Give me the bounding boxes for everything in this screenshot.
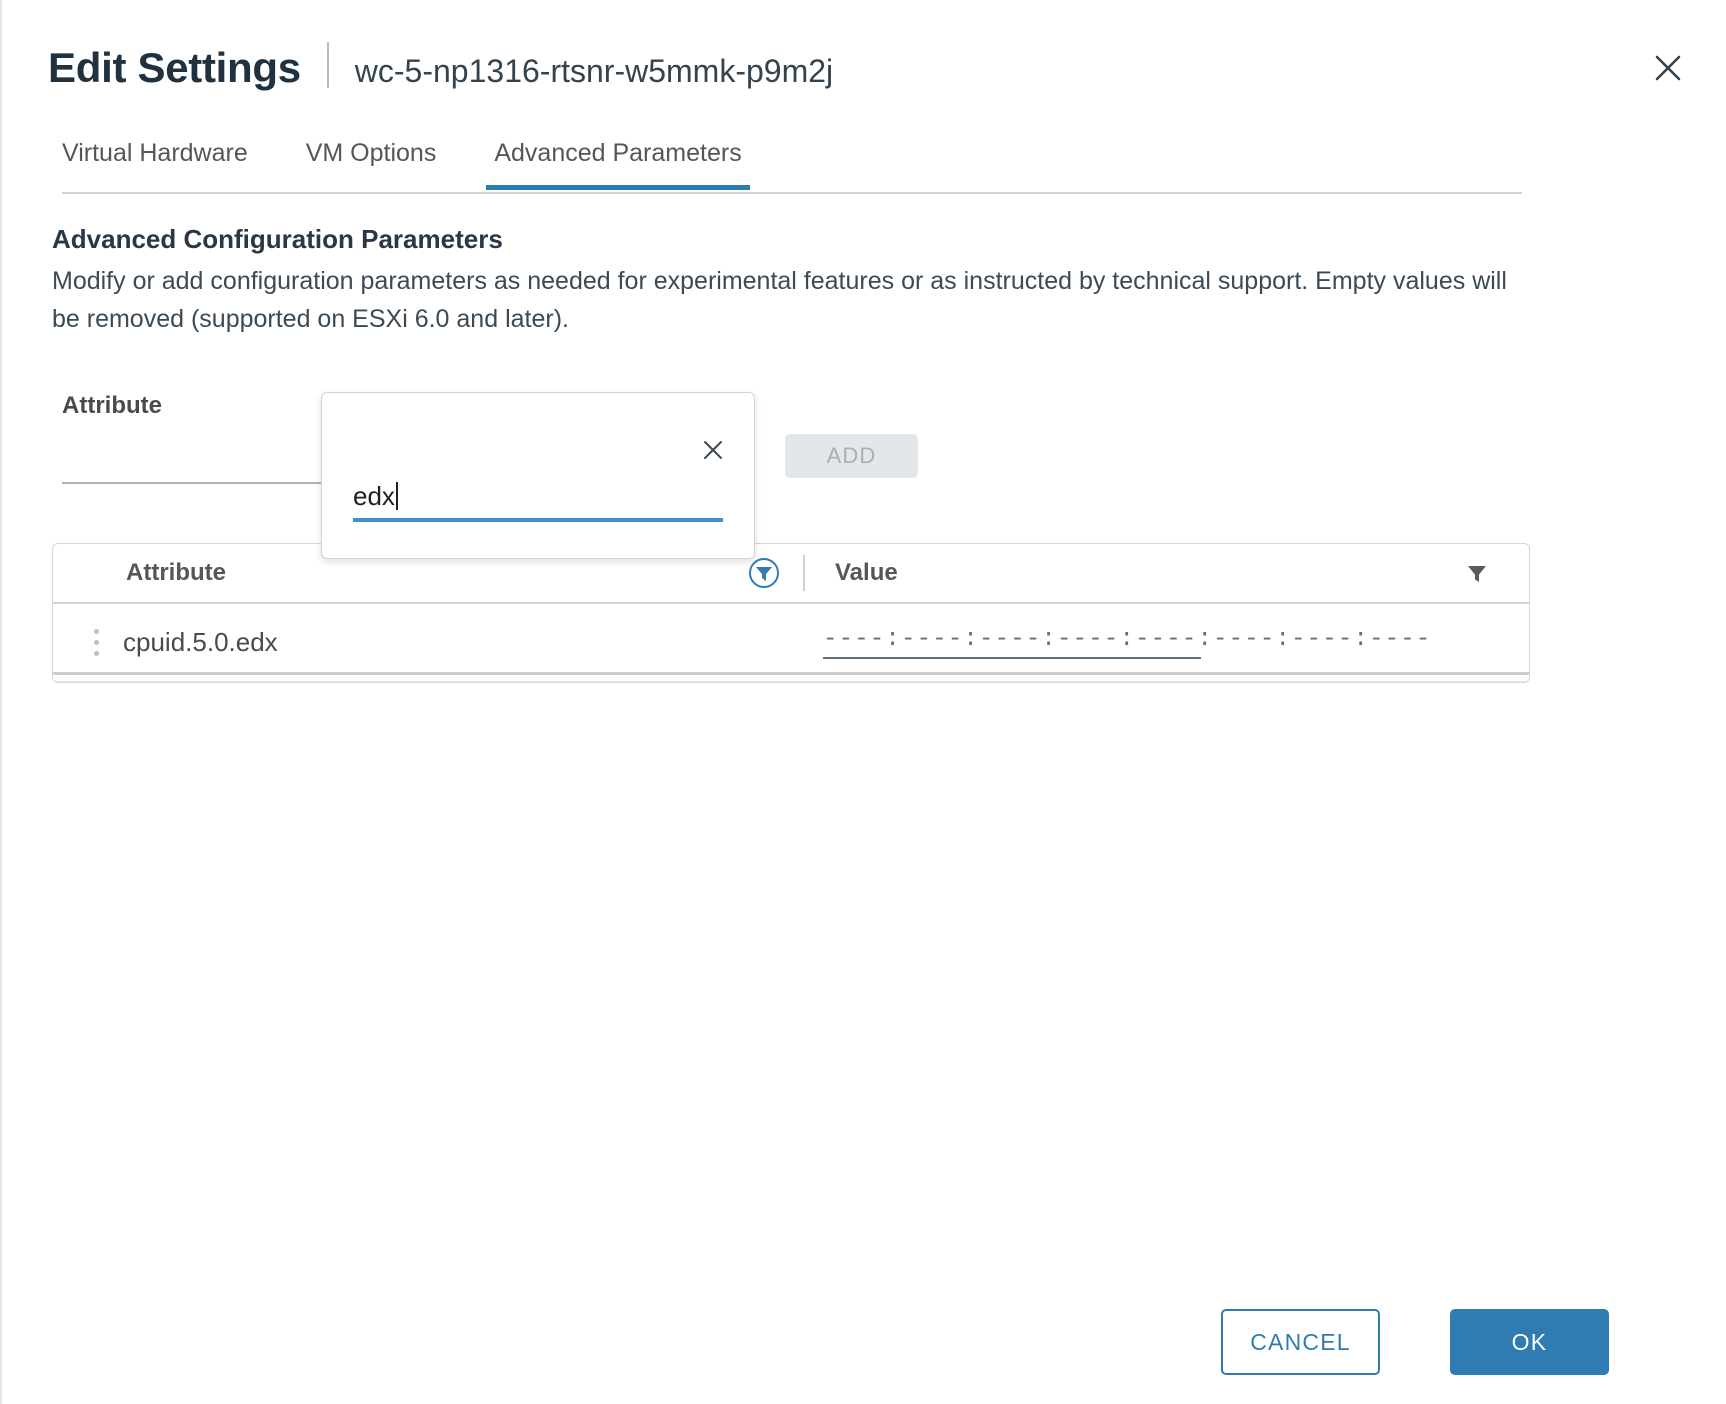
table-body: cpuid.5.0.edx ----:----:----:----:----:-… xyxy=(53,604,1529,682)
value-input[interactable]: ----:----:----:----:----:----:----:---- xyxy=(823,626,1430,659)
parameters-table: Attribute Value cpuid.5.0.edx ----:----:… xyxy=(52,543,1530,683)
popup-search-value: edx xyxy=(353,481,395,511)
text-cursor xyxy=(395,482,398,510)
attribute-search-popup: edx xyxy=(321,392,755,559)
column-header-value-label: Value xyxy=(835,559,898,586)
add-button[interactable]: ADD xyxy=(785,434,918,478)
filter-icon[interactable] xyxy=(1463,559,1491,587)
kebab-dot xyxy=(93,629,99,634)
tab-virtual-hardware[interactable]: Virtual Hardware xyxy=(62,138,248,188)
tab-bar: Virtual Hardware VM Options Advanced Par… xyxy=(62,138,1522,194)
kebab-dot xyxy=(93,651,99,656)
kebab-dot xyxy=(93,640,99,645)
section-title: Advanced Configuration Parameters xyxy=(52,224,503,254)
popup-search-field[interactable]: edx xyxy=(353,478,723,522)
kebab-menu-icon[interactable] xyxy=(83,623,109,663)
popup-input-underline xyxy=(353,518,723,522)
popup-search-text-row: edx xyxy=(353,478,723,514)
cell-value: ----:----:----:----:----:----:----:---- xyxy=(803,604,1529,681)
filter-funnel-icon xyxy=(749,558,779,588)
tab-advanced-parameters[interactable]: Advanced Parameters xyxy=(486,138,751,190)
page-title: Edit Settings xyxy=(48,44,301,91)
column-header-value[interactable]: Value xyxy=(805,544,1529,602)
cancel-button[interactable]: CANCEL xyxy=(1221,1309,1380,1375)
cell-attribute: cpuid.5.0.edx xyxy=(53,604,803,681)
table-header-row: Attribute Value xyxy=(53,544,1529,604)
filter-active-icon[interactable] xyxy=(747,556,781,590)
value-mask-text: ----:----:----:----:----:----:----:---- xyxy=(823,626,1432,653)
tab-vm-options[interactable]: VM Options xyxy=(306,138,437,188)
close-icon xyxy=(1655,55,1681,81)
close-button[interactable] xyxy=(1646,46,1690,90)
ok-button[interactable]: OK xyxy=(1450,1309,1609,1375)
edit-settings-dialog: Edit Settings wc-5-np1316-rtsnr-w5mmk-p9… xyxy=(0,0,1726,1404)
attribute-name: cpuid.5.0.edx xyxy=(123,627,278,657)
section-description: Modify or add configuration parameters a… xyxy=(52,267,1507,333)
title-divider xyxy=(326,42,329,88)
column-header-attribute-label: Attribute xyxy=(126,559,226,586)
attribute-field-label: Attribute xyxy=(62,392,162,419)
table-bottom-edge xyxy=(52,672,1530,675)
vm-name-label: wc-5-np1316-rtsnr-w5mmk-p9m2j xyxy=(354,53,834,89)
filter-funnel-icon xyxy=(1468,566,1486,582)
table-row[interactable]: cpuid.5.0.edx ----:----:----:----:----:-… xyxy=(53,604,1529,682)
dialog-header: Edit Settings wc-5-np1316-rtsnr-w5mmk-p9… xyxy=(2,0,1726,118)
title-area: Edit Settings wc-5-np1316-rtsnr-w5mmk-p9… xyxy=(48,36,833,97)
close-icon xyxy=(704,441,722,459)
dialog-footer: CANCEL OK xyxy=(2,1274,1726,1404)
popup-close-button[interactable] xyxy=(700,437,726,463)
